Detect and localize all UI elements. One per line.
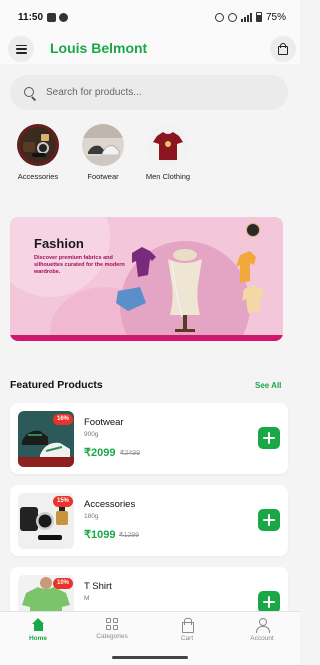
home-icon	[31, 618, 45, 632]
discount-badge: 10%	[53, 578, 74, 589]
product-card-footwear[interactable]: 16% Footwear 900g ₹2099 ₹2499	[10, 403, 288, 474]
page-title: Louis Belmont	[50, 40, 148, 56]
status-time: 11:50	[18, 11, 44, 23]
battery-percent: 75%	[265, 11, 286, 23]
nav-item-account[interactable]: Account	[232, 618, 292, 642]
battery-icon	[255, 12, 262, 22]
add-to-cart-button[interactable]	[258, 427, 280, 449]
nav-label: Categories	[96, 633, 128, 640]
product-name: Footwear	[84, 417, 124, 428]
category-men-clothing[interactable]: Men Clothing	[138, 124, 198, 181]
status-bar: 11:50 75%	[0, 0, 300, 34]
signal-icon	[240, 12, 252, 22]
shopping-bag-button[interactable]	[270, 36, 296, 62]
category-label: Men Clothing	[145, 172, 191, 181]
search-input[interactable]	[46, 87, 256, 98]
add-to-cart-button[interactable]	[258, 509, 280, 531]
nav-label: Home	[28, 635, 48, 642]
status-icons: 75%	[214, 11, 286, 23]
promo-banner[interactable]: Fashion Discover premium fabrics and sil…	[10, 217, 283, 341]
product-price: ₹1099	[84, 529, 116, 541]
product-price: ₹2099	[84, 447, 116, 459]
category-men-clothing-image	[147, 124, 189, 166]
featured-title: Featured Products	[10, 379, 103, 391]
banner-fashion-illustration	[116, 247, 264, 332]
nav-item-cart[interactable]: Cart	[157, 618, 217, 642]
add-to-cart-button[interactable]	[258, 591, 280, 613]
product-old-price: ₹2499	[120, 450, 141, 457]
wifi-icon	[227, 12, 237, 22]
cart-icon	[180, 618, 194, 633]
see-all-link[interactable]: See All	[255, 381, 281, 390]
bottom-nav: Home Categories Cart Account	[0, 611, 300, 665]
product-card-accessories[interactable]: 15% Accessories 180g ₹1099 ₹1299	[10, 485, 288, 556]
nav-item-categories[interactable]: Categories	[82, 618, 142, 640]
product-weight: 900g	[84, 431, 99, 438]
nav-item-home[interactable]: Home	[8, 618, 68, 642]
category-footwear[interactable]: Footwear	[73, 124, 133, 181]
discount-badge: 15%	[53, 496, 74, 507]
account-icon	[255, 618, 270, 633]
nav-label: Cart	[180, 635, 194, 642]
search-bar[interactable]	[10, 75, 288, 110]
menu-button[interactable]	[8, 36, 34, 62]
brand-logo-icon	[246, 223, 260, 237]
nav-label: Account	[250, 635, 274, 642]
category-accessories-image	[17, 124, 59, 166]
app-header: Louis Belmont	[0, 34, 300, 64]
product-old-price: ₹1299	[119, 532, 140, 539]
categories-grid-icon	[106, 618, 118, 630]
hamburger-icon	[15, 44, 27, 54]
banner-base	[10, 335, 283, 341]
search-icon	[24, 86, 36, 99]
product-name: Accessories	[84, 499, 136, 510]
category-footwear-image	[82, 124, 124, 166]
app-notification-icon	[59, 12, 69, 22]
product-name: T Shirt	[84, 581, 112, 592]
category-label: Footwear	[87, 172, 119, 181]
app-screen: 11:50 75% Louis Belmont Search for produ…	[0, 0, 300, 665]
discount-badge: 16%	[53, 414, 74, 425]
banner-title: Fashion	[34, 236, 84, 251]
product-weight: 180g	[84, 513, 99, 520]
shopping-bag-icon	[278, 43, 288, 55]
category-label: Accessories	[17, 172, 59, 181]
category-accessories[interactable]: Accessories	[8, 124, 68, 181]
notification-icon	[47, 12, 57, 22]
alarm-icon	[214, 12, 224, 22]
gesture-bar[interactable]	[112, 656, 188, 659]
product-weight: M	[84, 595, 90, 602]
